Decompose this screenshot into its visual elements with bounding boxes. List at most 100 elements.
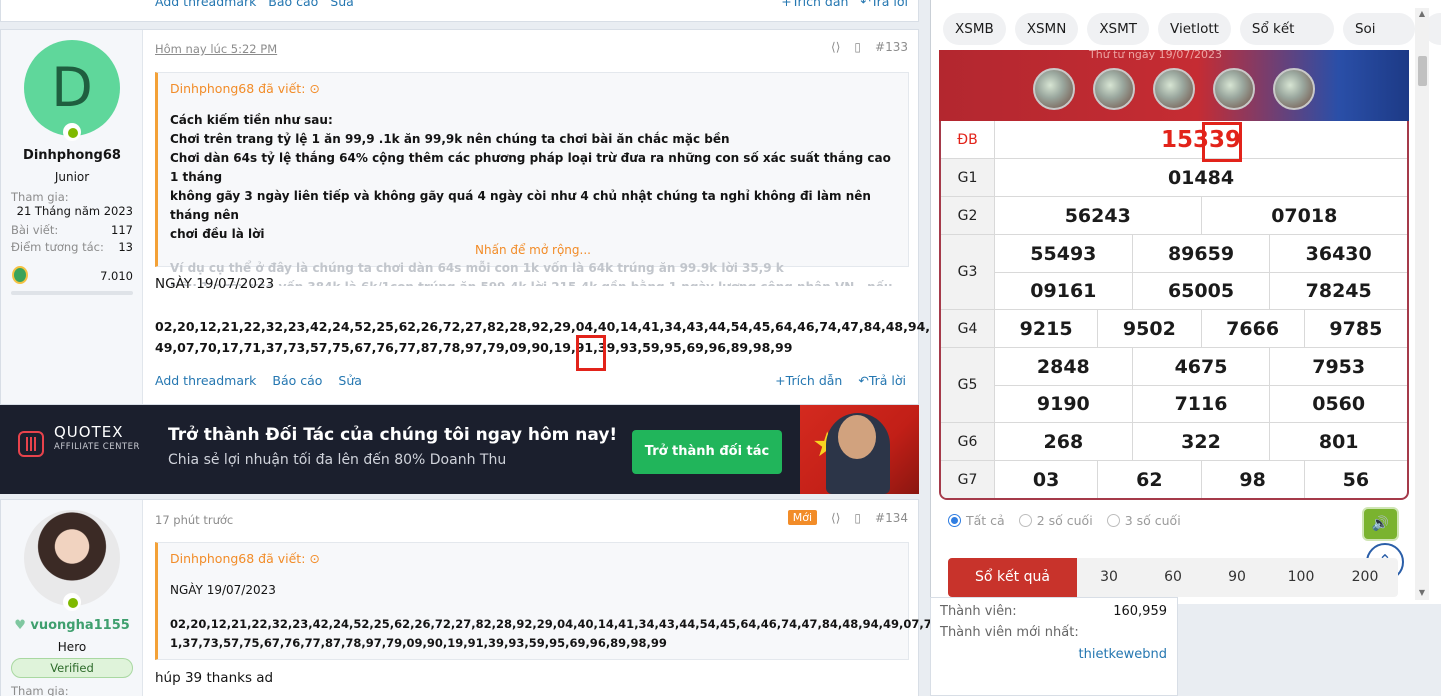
count-option-30[interactable]: 30 (1077, 558, 1141, 597)
count-option-60[interactable]: 60 (1141, 558, 1205, 597)
prize-line: 55493 89659 36430 (995, 235, 1407, 272)
filter-3-digits-label: 3 số cuối (1124, 513, 1181, 528)
share-icon[interactable]: ⟨⟩ (831, 40, 840, 54)
reply-link-label: Trả lời (868, 373, 906, 388)
tab-vietlott[interactable]: Vietlott (1158, 13, 1231, 45)
lottery-tabs: XSMB XSMN XSMT Vietlott Sổ kết quả Soi c… (943, 13, 1441, 69)
prize-number: 322 (1131, 423, 1270, 460)
ad-banner[interactable]: QUOTEX AFFILIATE CENTER Trở thành Đối Tá… (0, 405, 919, 494)
banner-subline: Chia sẻ lợi nhuận tối đa lên đến 80% Doa… (168, 452, 507, 468)
new-badge: Mới (787, 510, 818, 525)
joined-stat: Tham gia: (11, 684, 133, 696)
quote-author[interactable]: Dinhphong68 đã viết: ⊙ (170, 551, 320, 566)
newest-member-link[interactable]: thietkewebnd (1079, 647, 1167, 662)
prize-line: 2848 4675 7953 (995, 348, 1407, 385)
add-threadmark-link[interactable]: Add threadmark (155, 373, 256, 388)
username-label: vuongha1155 (30, 618, 130, 633)
tab-so-ket-qua[interactable]: Sổ kết quả (1239, 13, 1334, 69)
arrow-up-circle-icon[interactable]: ⊙ (309, 551, 319, 566)
edit-link[interactable]: Sửa (338, 373, 362, 388)
quote-link[interactable]: +Trích dẫn (781, 0, 848, 9)
reply-link[interactable]: ↶Trả lời (860, 0, 908, 9)
post-actions: Add threadmark Báo cáo Sửa (155, 373, 362, 388)
post-number[interactable]: #134 (875, 511, 908, 525)
count-option-90[interactable]: 90 (1205, 558, 1269, 597)
username[interactable]: Dinhphong68 (1, 148, 143, 163)
joined-label: Tham gia: (11, 684, 69, 696)
prize-values: 55493 89659 36430 09161 65005 78245 (995, 235, 1407, 309)
prize-line: 09161 65005 78245 (995, 272, 1407, 309)
scroll-up-arrow-icon[interactable]: ▲ (1417, 9, 1427, 19)
quote-block: Dinhphong68 đã viết: ⊙ Cách kiếm tiền nh… (155, 72, 909, 286)
count-option-200[interactable]: 200 (1333, 558, 1397, 597)
avatar[interactable]: D (24, 40, 120, 136)
scrollbar-thumb[interactable] (1418, 56, 1427, 86)
filter-all[interactable]: Tất cả (948, 513, 1005, 528)
prize-number: 56 (1303, 461, 1407, 498)
post-number[interactable]: #133 (875, 40, 908, 54)
tab-soi-cau[interactable]: Soi cầu (1342, 13, 1415, 69)
prize-number: 55493 (1030, 242, 1097, 265)
online-status-icon (63, 123, 81, 141)
tab-xsmn[interactable]: XSMN (1014, 13, 1079, 45)
lottery-ball-icon (1213, 68, 1255, 110)
prize-values: 268 322 801 (995, 423, 1407, 460)
post-time[interactable]: 17 phút trước (155, 513, 233, 527)
prize-line: 03 62 98 56 (995, 461, 1407, 498)
edit-link[interactable]: Sửa (330, 0, 354, 9)
posts-value: 117 (111, 223, 133, 237)
prize-number: 801 (1269, 423, 1407, 460)
quote-author[interactable]: Dinhphong68 đã viết: ⊙ (170, 81, 320, 96)
expand-quote-link[interactable]: Nhấn để mở rộng... (158, 243, 908, 257)
avatar[interactable] (24, 510, 120, 606)
quote-link[interactable]: +Trích dẫn (775, 373, 842, 388)
scroll-down-arrow-icon[interactable]: ▼ (1417, 588, 1427, 598)
filter-2-digits[interactable]: 2 số cuối (1018, 513, 1093, 528)
post-meta-right: Mới ⟨⟩ ▯ #134 (787, 510, 908, 525)
arrow-up-circle-icon[interactable]: ⊙ (309, 81, 319, 96)
prize-number: 268 (1043, 430, 1084, 453)
prize-number: 7666 (1200, 310, 1304, 347)
post-time-link[interactable]: Hôm nay lúc 5:22 PM (155, 42, 277, 56)
speaker-icon[interactable]: 🔊 (1362, 507, 1399, 541)
reply-link[interactable]: ↶Trả lời (858, 373, 906, 388)
share-icon[interactable]: ⟨⟩ (831, 511, 840, 525)
previous-post-actions-right: +Trích dẫn ↶Trả lời (781, 0, 908, 9)
banner-cta-button[interactable]: Trở thành đối tác (632, 430, 782, 474)
so-ket-qua-button[interactable]: Sổ kết quả (948, 558, 1077, 597)
bookmark-icon[interactable]: ▯ (854, 511, 861, 525)
radio-selected-icon (948, 514, 961, 527)
prize-number: 36430 (1269, 235, 1407, 272)
quote-line: Chơi dàn 64s tỷ lệ thắng 64% cộng thêm c… (170, 151, 891, 184)
user-title: Hero (57, 640, 87, 654)
panel-scrollbar[interactable] (1415, 8, 1429, 600)
prize-label: G5 (941, 348, 995, 422)
post-actions-right: +Trích dẫn ↶Trả lời (775, 373, 906, 388)
quote-line: chơi đều là lời (170, 227, 265, 241)
online-status-icon (63, 593, 81, 611)
lottery-ball-icon (1153, 68, 1195, 110)
report-link[interactable]: Báo cáo (272, 373, 322, 388)
prize-line: 56243 07018 (995, 197, 1407, 234)
filter-3-digits[interactable]: 3 số cuối (1106, 513, 1181, 528)
post-133: D Dinhphong68 Junior Tham gia: 21 Tháng … (0, 29, 930, 405)
add-threadmark-link[interactable]: Add threadmark (155, 0, 256, 9)
prize-values: 01484 (995, 159, 1407, 196)
quote-line: không gãy 3 ngày liên tiếp và không gãy … (170, 189, 871, 222)
quote-numbers: 02,20,12,21,22,32,23,42,24,52,25,62,26,7… (170, 615, 973, 653)
count-option-100[interactable]: 100 (1269, 558, 1333, 597)
result-count-bar: Sổ kết quả 30 60 90 100 200 (948, 558, 1398, 597)
tab-xsmt[interactable]: XSMT (1087, 13, 1150, 45)
post-time[interactable]: Hôm nay lúc 5:22 PM (155, 42, 277, 56)
bookmark-icon[interactable]: ▯ (854, 40, 861, 54)
lottery-ball-icon (1033, 68, 1075, 110)
points-value: 7.010 (100, 269, 133, 283)
banner-headline: Trở thành Đối Tác của chúng tôi ngay hôm… (168, 425, 618, 445)
report-link[interactable]: Báo cáo (268, 0, 318, 9)
username[interactable]: ♥ vuongha1155 (1, 618, 143, 633)
tab-xsmb[interactable]: XSMB (943, 13, 1006, 45)
prize-number: 7116 (1131, 386, 1270, 422)
previous-post-actions: Add threadmark Báo cáo Sửa (155, 0, 354, 9)
reactions-value: 13 (118, 240, 133, 254)
result-row: G1 01484 (941, 158, 1407, 196)
